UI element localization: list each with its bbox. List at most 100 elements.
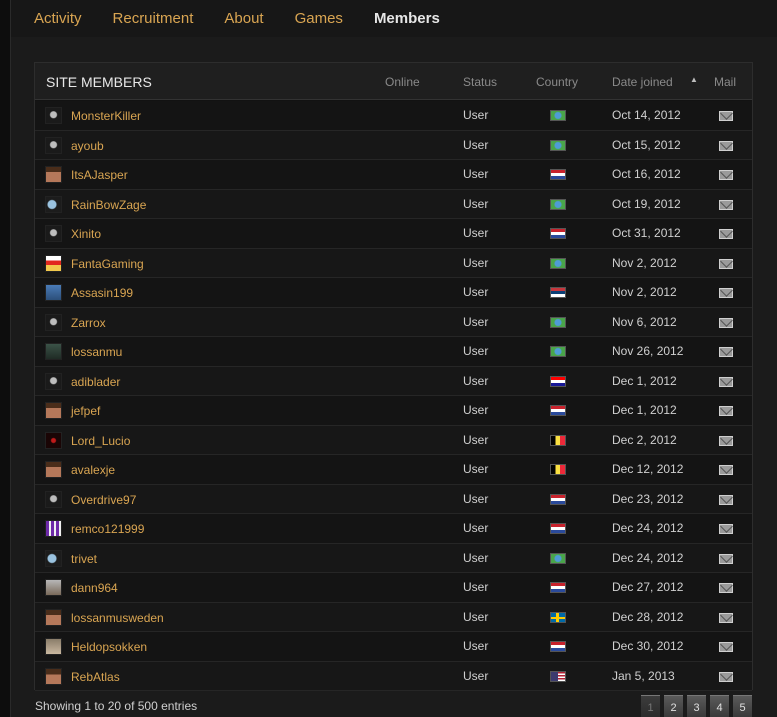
member-username[interactable]: ItsAJasper <box>71 168 128 182</box>
column-online[interactable]: Online <box>385 75 420 89</box>
member-username[interactable]: RebAtlas <box>71 670 120 684</box>
page-button[interactable]: 1 <box>641 695 660 717</box>
member-date-joined: Dec 2, 2012 <box>612 432 677 447</box>
mail-icon[interactable] <box>719 111 733 121</box>
member-username[interactable]: lossanmusweden <box>71 611 164 625</box>
table-row: Xinito User Oct 31, 2012 <box>35 219 752 249</box>
mail-icon[interactable] <box>719 671 733 682</box>
avatar[interactable] <box>45 431 62 449</box>
mail-icon[interactable] <box>719 583 733 593</box>
member-username[interactable]: Xinito <box>71 227 101 241</box>
avatar[interactable] <box>45 638 62 655</box>
page-button[interactable]: 4 <box>710 695 729 717</box>
avatar[interactable] <box>45 166 62 183</box>
member-date-joined: Dec 23, 2012 <box>612 491 684 506</box>
member-username[interactable]: RainBowZage <box>71 198 146 212</box>
country-flag-icon <box>550 198 566 210</box>
nav-members[interactable]: Members <box>374 10 440 27</box>
mail-icon[interactable] <box>719 170 733 180</box>
avatar[interactable] <box>45 402 62 419</box>
country-flag-icon <box>550 405 566 416</box>
nav-about[interactable]: About <box>224 10 263 27</box>
country-flag-icon <box>550 169 566 180</box>
avatar[interactable] <box>45 254 62 272</box>
avatar[interactable] <box>45 520 62 537</box>
column-mail[interactable]: Mail <box>714 75 736 89</box>
mail-icon[interactable] <box>719 435 733 446</box>
mail-icon[interactable] <box>719 317 733 328</box>
table-row: ItsAJasper User Oct 16, 2012 <box>35 160 752 190</box>
column-country[interactable]: Country <box>536 75 578 89</box>
member-username[interactable]: Lord_Lucio <box>71 434 130 448</box>
avatar[interactable] <box>45 667 62 685</box>
avatar[interactable] <box>45 579 62 596</box>
mail-icon[interactable] <box>719 524 733 534</box>
member-username[interactable]: FantaGaming <box>71 257 144 271</box>
avatar[interactable] <box>45 461 62 478</box>
nav-activity[interactable]: Activity <box>34 10 82 27</box>
mail-icon[interactable] <box>719 376 733 387</box>
member-date-joined: Nov 2, 2012 <box>612 285 677 299</box>
avatar[interactable] <box>45 372 62 390</box>
member-status: User <box>463 403 489 417</box>
member-username[interactable]: MonsterKiller <box>71 109 141 123</box>
mail-icon[interactable] <box>719 553 733 564</box>
mail-icon[interactable] <box>719 140 733 151</box>
mail-icon[interactable] <box>719 406 733 416</box>
country-flag-icon <box>550 257 566 269</box>
member-username[interactable]: dann964 <box>71 581 118 595</box>
mail-icon[interactable] <box>719 612 733 623</box>
member-username[interactable]: Assasin199 <box>71 286 133 300</box>
country-flag-icon <box>550 346 566 357</box>
mail-icon[interactable] <box>719 494 733 505</box>
avatar[interactable] <box>45 107 62 124</box>
members-table: SITE MEMBERS Online Status Country Date … <box>34 62 753 691</box>
avatar[interactable] <box>45 313 62 331</box>
member-username[interactable]: lossanmu <box>71 345 122 359</box>
member-status: User <box>463 609 489 624</box>
avatar[interactable] <box>45 195 62 213</box>
pagination: 12345 <box>641 695 756 717</box>
column-date-joined[interactable]: Date joined <box>612 75 673 89</box>
table-row: adiblader User Dec 1, 2012 <box>35 366 752 396</box>
member-status: User <box>463 462 489 476</box>
member-username[interactable]: jefpef <box>71 404 100 418</box>
member-username[interactable]: Overdrive97 <box>71 493 136 507</box>
member-username[interactable]: ayoub <box>71 139 104 153</box>
country-flag-icon <box>550 375 566 387</box>
table-title: SITE MEMBERS <box>46 74 152 90</box>
member-date-joined: Oct 14, 2012 <box>612 108 681 122</box>
avatar[interactable] <box>45 490 62 508</box>
mail-icon[interactable] <box>719 258 733 269</box>
sort-ascending-icon[interactable]: ▲ <box>690 75 698 84</box>
page-button[interactable]: 3 <box>687 695 706 717</box>
mail-icon[interactable] <box>719 642 733 652</box>
member-username[interactable]: trivet <box>71 552 97 566</box>
page-button[interactable]: 2 <box>664 695 683 717</box>
avatar[interactable] <box>45 225 62 242</box>
mail-icon[interactable] <box>719 229 733 239</box>
avatar[interactable] <box>45 343 62 360</box>
member-status: User <box>463 373 489 388</box>
nav-recruitment[interactable]: Recruitment <box>113 10 194 27</box>
member-username[interactable]: adiblader <box>71 375 120 389</box>
mail-icon[interactable] <box>719 347 733 357</box>
column-status[interactable]: Status <box>463 75 497 89</box>
mail-icon[interactable] <box>719 288 733 298</box>
member-username[interactable]: Heldopsokken <box>71 640 147 654</box>
mail-icon[interactable] <box>719 465 733 475</box>
country-flag-icon <box>550 582 566 593</box>
country-flag-icon <box>550 287 566 298</box>
page-button[interactable]: 5 <box>733 695 752 717</box>
table-body: MonsterKiller User Oct 14, 2012 ayoub User Oc… <box>35 101 752 691</box>
member-username[interactable]: avalexje <box>71 463 115 477</box>
member-username[interactable]: remco121999 <box>71 522 144 536</box>
avatar[interactable] <box>45 284 62 301</box>
avatar[interactable] <box>45 136 62 154</box>
avatar[interactable] <box>45 549 62 567</box>
avatar[interactable] <box>45 608 62 626</box>
nav-games[interactable]: Games <box>295 10 343 27</box>
member-date-joined: Dec 1, 2012 <box>612 403 677 417</box>
member-username[interactable]: Zarrox <box>71 316 106 330</box>
mail-icon[interactable] <box>719 199 733 210</box>
